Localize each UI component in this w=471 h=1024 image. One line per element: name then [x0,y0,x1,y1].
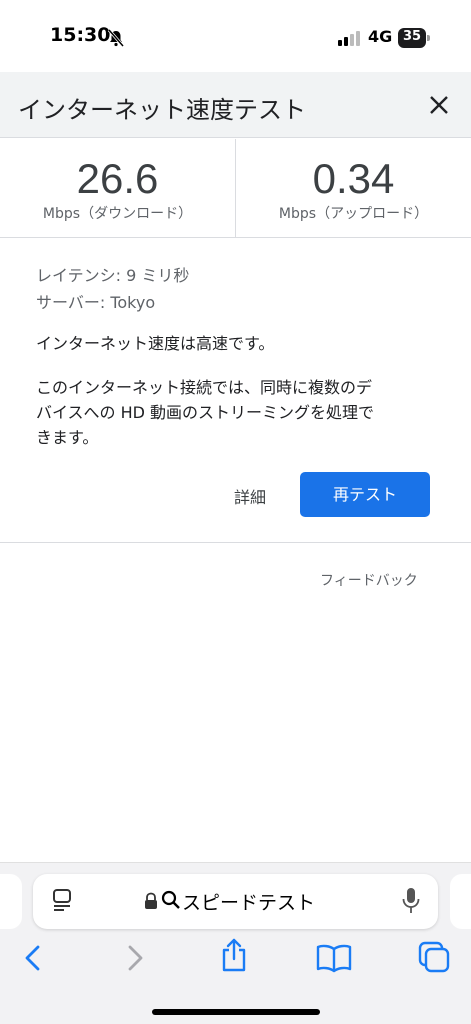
latency-text: レイテンシ: 9 ミリ秒 [36,266,190,285]
search-icon [161,890,180,909]
forward-icon[interactable] [124,944,146,972]
feedback-link[interactable]: フィードバック [320,570,418,590]
microphone-icon[interactable] [402,887,420,915]
upload-speed-unit: Mbps（アップロード） [278,206,429,222]
battery-level: 35 [402,29,422,44]
download-speed-unit: Mbps（ダウンロード） [42,206,193,222]
retest-button[interactable]: 再テスト [300,472,430,517]
page-title: インターネット速度テスト [18,96,306,124]
upload-speed-value: 0.34 [312,155,395,202]
back-icon[interactable] [22,944,44,972]
section-divider [0,542,471,543]
address-text[interactable]: スピードテスト [182,888,315,915]
previous-tab-peek[interactable] [0,874,22,929]
page-menu-icon[interactable] [52,888,72,912]
cellular-signal-icon [338,30,362,46]
speed-summary: インターネット速度は高速です。 [36,334,275,353]
status-bar: 15:30 4G 35 [0,0,471,72]
share-icon[interactable] [220,937,248,973]
download-speed-value: 26.6 [76,155,159,202]
description-line-3: きます。 [36,428,99,447]
details-button[interactable]: 詳細 [234,484,266,508]
lock-icon [145,892,157,909]
bell-slash-icon [108,29,124,47]
home-indicator[interactable] [152,1009,320,1015]
network-type: 4G [368,27,393,46]
next-tab-peek[interactable] [450,874,471,929]
tabs-icon[interactable] [417,940,451,974]
description-line-2: バイスへの HD 動画のストリーミングを処理で [36,403,375,422]
server-text: サーバー: Tokyo [36,293,156,312]
description-line-1: このインターネット接続では、同時に複数のデ [36,378,373,397]
title-bar: インターネット速度テスト [0,72,471,138]
status-time: 15:30 [50,24,111,46]
battery-icon: 35 [398,28,430,48]
bookmarks-icon[interactable] [316,943,352,973]
close-icon[interactable] [426,92,452,118]
